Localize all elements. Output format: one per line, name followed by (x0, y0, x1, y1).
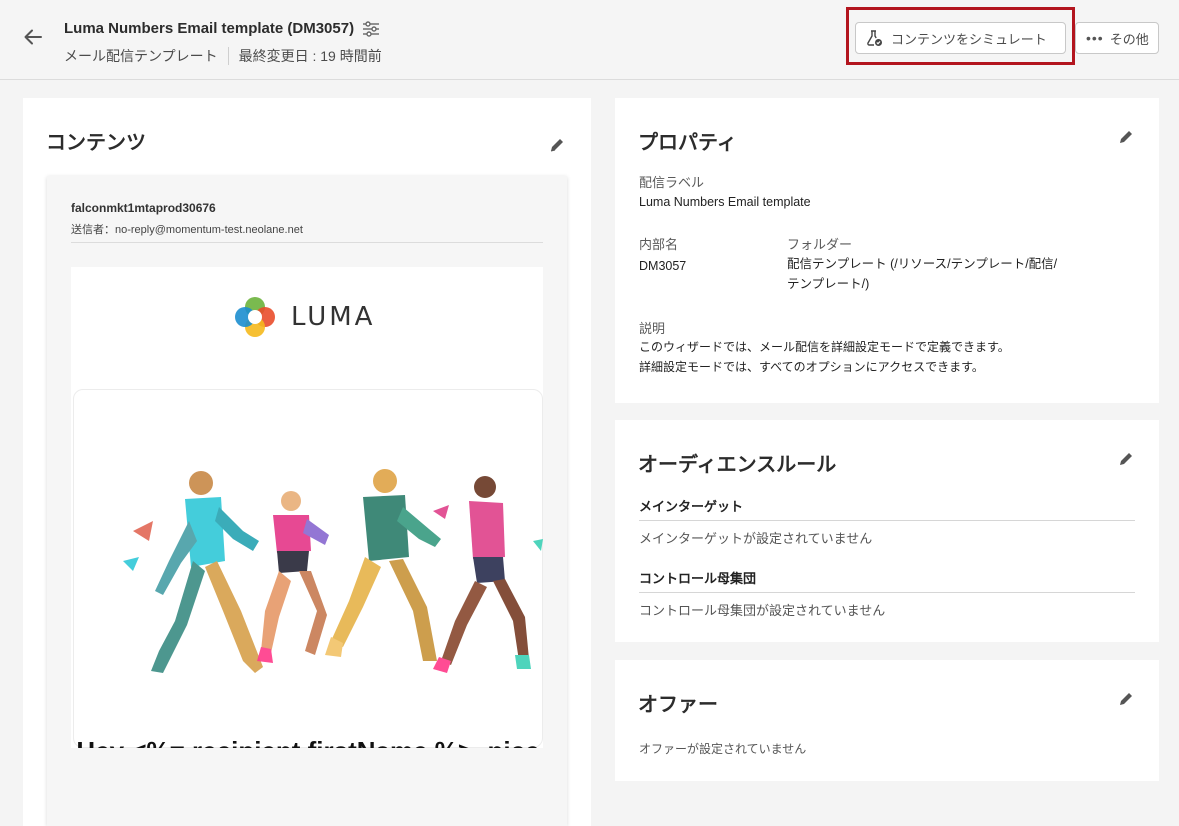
folder-value-line2: テンプレート/) (787, 277, 870, 291)
description-line2: 詳細設定モードでは、すべてのオプションにアクセスできます。 (639, 360, 984, 374)
flask-check-icon (867, 30, 882, 46)
divider (227, 47, 229, 65)
audience-rules-panel: オーディエンスルール メインターゲット メインターゲットが設定されていません コ… (615, 420, 1159, 642)
edit-properties-pencil-icon[interactable] (1117, 128, 1135, 146)
description-line1: このウィザードでは、メール配信を詳細設定モードで定義できます。 (639, 340, 1010, 354)
greeting-heading: Hey <%= recipient.firstName %>, nice to … (73, 733, 543, 748)
offers-empty: オファーが設定されていません (639, 742, 807, 756)
sender-name: falconmkt1mtaprod30676 (71, 201, 216, 215)
ellipsis-icon: ••• (1086, 30, 1104, 46)
email-body: LUMA (71, 267, 543, 748)
content-panel: コンテンツ falconmkt1mtaprod30676 送信者：no-repl… (23, 98, 591, 826)
internal-name-value: DM3057 (639, 259, 687, 273)
sliders-icon[interactable] (361, 19, 381, 39)
audience-title: オーディエンスルール (638, 454, 837, 476)
delivery-label-caption: 配信ラベル (639, 175, 705, 190)
last-modified-label: 最終変更日 : 19 時間前 (238, 48, 382, 64)
edit-offers-pencil-icon[interactable] (1117, 690, 1135, 708)
delivery-label-value: Luma Numbers Email template (639, 195, 811, 209)
content-title: コンテンツ (46, 132, 146, 154)
properties-panel: プロパティ 配信ラベル Luma Numbers Email template … (615, 98, 1159, 403)
sender-address: 送信者：no-reply@momentum-test.neolane.net (71, 224, 303, 236)
page-title: Luma Numbers Email template (DM3057) (64, 20, 355, 37)
properties-title: プロパティ (638, 132, 737, 154)
control-group-empty: コントロール母集団が設定されていません (639, 603, 886, 618)
offers-title: オファー (638, 694, 718, 716)
back-arrow-icon[interactable] (20, 24, 46, 50)
more-button[interactable]: ••• その他 (1075, 22, 1159, 54)
luma-logo-text: LUMA (291, 302, 376, 332)
control-group-label: コントロール母集団 (639, 571, 757, 586)
folder-caption: フォルダー (787, 237, 853, 252)
more-label: その他 (1109, 31, 1149, 47)
main-target-empty: メインターゲットが設定されていません (639, 531, 873, 546)
edit-content-pencil-icon[interactable] (548, 136, 566, 154)
edit-audience-pencil-icon[interactable] (1117, 450, 1135, 468)
divider (71, 242, 543, 243)
divider (639, 592, 1135, 593)
runners-hero-image (123, 469, 543, 673)
description-caption: 説明 (639, 321, 666, 336)
folder-value-line1: 配信テンプレート (/リソース/テンプレート/配信/ (787, 257, 1058, 271)
divider (639, 520, 1135, 521)
offers-panel: オファー オファーが設定されていません (615, 660, 1159, 781)
luma-logo-icon (235, 297, 275, 337)
main-target-label: メインターゲット (639, 499, 744, 514)
template-type-label: メール配信テンプレート (64, 48, 218, 64)
luma-logo: LUMA (233, 295, 375, 339)
simulate-content-label: コンテンツをシミュレート (891, 31, 1047, 47)
page-header: Luma Numbers Email template (DM3057) メール… (0, 0, 1179, 80)
email-preview: falconmkt1mtaprod30676 送信者：no-reply@mome… (47, 176, 567, 826)
internal-name-caption: 内部名 (639, 237, 679, 252)
simulate-content-button[interactable]: コンテンツをシミュレート (855, 22, 1066, 54)
page-subtitle: メール配信テンプレート 最終変更日 : 19 時間前 (64, 46, 382, 66)
